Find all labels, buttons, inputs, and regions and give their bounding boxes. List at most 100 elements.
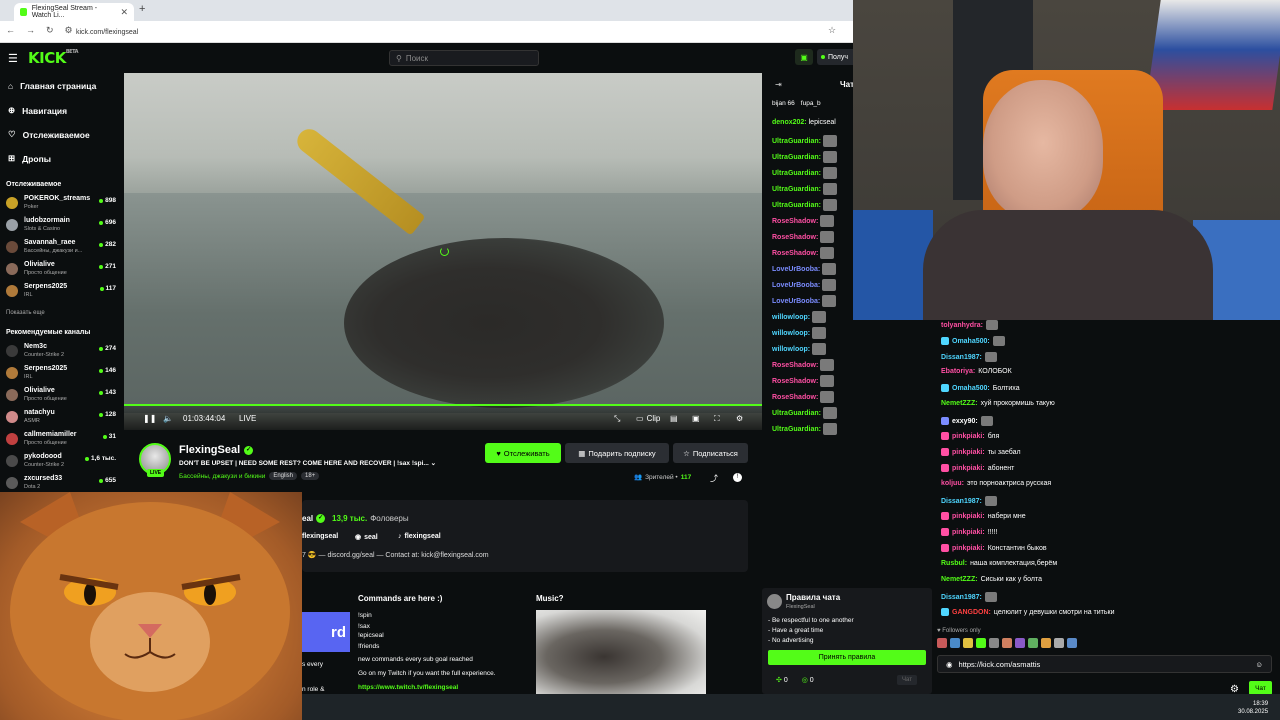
following-channel[interactable]: POKEROK_streams Poker 898 xyxy=(6,194,118,214)
discord-panel[interactable]: rd xyxy=(302,612,350,652)
chat-username[interactable]: RoseShadow: xyxy=(772,250,818,257)
close-tab-icon[interactable]: ✕ xyxy=(120,7,128,18)
menu-icon[interactable]: ☰ xyxy=(8,52,18,65)
chat-username[interactable]: pinkpiaki: xyxy=(952,465,985,472)
music-panel-image[interactable] xyxy=(536,610,706,695)
points-b[interactable]: ◎ 0 xyxy=(802,676,814,684)
volume-icon[interactable]: 🔈 xyxy=(163,414,173,423)
clip-button[interactable]: ▭ Clip xyxy=(636,414,660,423)
recommended-channel[interactable]: callmemiamiller Просто общение 31 xyxy=(6,430,118,450)
chat-username[interactable]: Dissan1987: xyxy=(941,354,982,361)
browser-tab[interactable]: FlexingSeal Stream - Watch Li... ✕ xyxy=(14,3,134,21)
forward-icon[interactable]: → xyxy=(26,25,35,36)
gift-sub-button[interactable]: ▦ Подарить подписку xyxy=(565,443,669,463)
chat-username[interactable]: Dissan1987: xyxy=(941,498,982,505)
chat-username[interactable]: RoseShadow: xyxy=(772,218,818,225)
emote-icon[interactable] xyxy=(989,638,999,648)
chat-username[interactable]: RoseShadow: xyxy=(772,378,818,385)
reload-icon[interactable]: ↻ xyxy=(46,25,54,36)
emote-icon[interactable] xyxy=(1028,638,1038,648)
emote-icon[interactable] xyxy=(963,638,973,648)
chat-input[interactable]: ◉ https://kick.com/asmattis ☺ xyxy=(937,655,1272,673)
following-channel[interactable]: Serpens2025 IRL 117 xyxy=(6,282,118,302)
chat-username[interactable]: pinkpiaki: xyxy=(952,433,985,440)
chevron-down-icon[interactable]: ⌄ xyxy=(431,460,436,467)
sidebar-item-browse[interactable]: ⊕ Навигация xyxy=(8,105,67,116)
chat-username[interactable]: GANGDON: xyxy=(952,609,991,616)
kick-logo[interactable]: KICKBETA xyxy=(28,49,78,67)
chat-username[interactable]: LoveUrBooba: xyxy=(772,266,820,273)
pause-icon[interactable]: ❚❚ xyxy=(143,414,156,423)
chat-username[interactable]: tolyanhydra: xyxy=(941,322,983,329)
chat-send-button-disabled[interactable]: Чат xyxy=(897,675,917,685)
chat-username[interactable]: willowloop: xyxy=(772,330,810,337)
fullscreen-icon[interactable]: ⛶ xyxy=(714,414,720,424)
kick-app-button[interactable]: ▣ xyxy=(795,49,813,65)
recommended-channel[interactable]: Nem3c Counter-Strike 2 274 xyxy=(6,342,118,362)
following-channel[interactable]: Olivialive Просто общение 271 xyxy=(6,260,118,280)
chat-username[interactable]: Omaha500: xyxy=(952,338,990,345)
stats-icon[interactable]: ▤ xyxy=(670,414,678,423)
chat-username[interactable]: willowloop: xyxy=(772,314,810,321)
emote-icon[interactable] xyxy=(976,638,986,648)
emote-icon[interactable] xyxy=(1015,638,1025,648)
gifter-2[interactable]: fupa_b xyxy=(801,100,821,107)
chat-username[interactable]: Ebatoriya: xyxy=(941,368,975,375)
gifter-1[interactable]: bijan 66 xyxy=(772,100,795,107)
chat-username[interactable]: UltraGuardian: xyxy=(772,426,821,433)
emote-icon[interactable] xyxy=(1041,638,1051,648)
new-tab-icon[interactable]: + xyxy=(139,3,145,15)
twitch-link[interactable]: https://www.twitch.tv/flexingseal xyxy=(358,684,458,691)
emote-icon[interactable] xyxy=(1054,638,1064,648)
chat-username[interactable]: denox202: xyxy=(772,119,807,126)
chat-username[interactable]: UltraGuardian: xyxy=(772,154,821,161)
sidebar-item-following[interactable]: ♡ Отслеживаемое xyxy=(8,129,90,140)
recommended-channel[interactable]: pykodoood Counter-Strike 2 1,6 тыс. xyxy=(6,452,118,472)
tag-age[interactable]: 18+ xyxy=(301,472,320,480)
accept-rules-button[interactable]: Принять правила xyxy=(768,650,926,665)
emote-icon[interactable] xyxy=(950,638,960,648)
url-field[interactable]: kick.com/flexingseal xyxy=(68,25,828,39)
chat-send-button[interactable]: Чат xyxy=(1249,681,1272,695)
chat-username[interactable]: koljuu: xyxy=(941,480,964,487)
video-player[interactable] xyxy=(124,73,762,430)
share-icon[interactable]: ⤴ xyxy=(710,473,718,484)
theater-icon[interactable]: ▣ xyxy=(692,414,700,423)
sidebar-item-drops[interactable]: ⊞ Дропы xyxy=(8,153,51,164)
chat-username[interactable]: NemetZZZ: xyxy=(941,400,978,407)
social-tiktok[interactable]: ♪ flexingseal xyxy=(398,533,441,540)
chat-username[interactable]: pinkpiaki: xyxy=(952,545,985,552)
taskbar-clock[interactable]: 18:39 30.08.2025 xyxy=(1238,700,1268,716)
chat-username[interactable]: LoveUrBooba: xyxy=(772,298,820,305)
info-icon[interactable]: ! xyxy=(733,473,742,482)
bookmark-star-icon[interactable]: ☆ xyxy=(828,25,836,36)
subscribe-button[interactable]: ☆ Подписаться xyxy=(673,443,748,463)
back-icon[interactable]: ← xyxy=(6,25,15,36)
chat-username[interactable]: UltraGuardian: xyxy=(772,186,821,193)
streamer-name[interactable]: FlexingSeal ✓ xyxy=(179,444,254,456)
emote-icon[interactable] xyxy=(1067,638,1077,648)
chat-username[interactable]: pinkpiaki: xyxy=(952,529,985,536)
chat-username[interactable]: LoveUrBooba: xyxy=(772,282,820,289)
category-link[interactable]: Бассейны, джакузи и бикини xyxy=(179,473,265,480)
emote-icon[interactable] xyxy=(937,638,947,648)
settings-icon[interactable]: ⚙ xyxy=(736,414,743,423)
chat-username[interactable]: RoseShadow: xyxy=(772,234,818,241)
following-channel[interactable]: Savannah_raee Бассейны, джакузи и... 282 xyxy=(6,238,118,258)
chat-username[interactable]: UltraGuardian: xyxy=(772,170,821,177)
chat-username[interactable]: RoseShadow: xyxy=(772,362,818,369)
chat-username[interactable]: UltraGuardian: xyxy=(772,138,821,145)
chat-username[interactable]: pinkpiaki: xyxy=(952,449,985,456)
collapse-chat-icon[interactable]: ⇥ xyxy=(775,80,782,89)
emoji-icon[interactable]: ☺ xyxy=(1255,660,1263,669)
chat-username[interactable]: UltraGuardian: xyxy=(772,202,821,209)
recommended-channel[interactable]: Serpens2025 IRL 146 xyxy=(6,364,118,384)
search-input[interactable]: ⚲ Поиск xyxy=(389,50,539,66)
fullscreen-exit-icon[interactable]: ⤡ xyxy=(614,414,620,424)
chat-username[interactable]: exxy90: xyxy=(952,418,978,425)
recommended-channel[interactable]: zxcursed33 Dota 2 655 xyxy=(6,474,118,494)
sidebar-item-home[interactable]: ⌂ Главная страница xyxy=(8,81,96,91)
chat-username[interactable]: willowloop: xyxy=(772,346,810,353)
chat-username[interactable]: Rusbul: xyxy=(941,560,967,567)
chat-username[interactable]: pinkpiaki: xyxy=(952,513,985,520)
